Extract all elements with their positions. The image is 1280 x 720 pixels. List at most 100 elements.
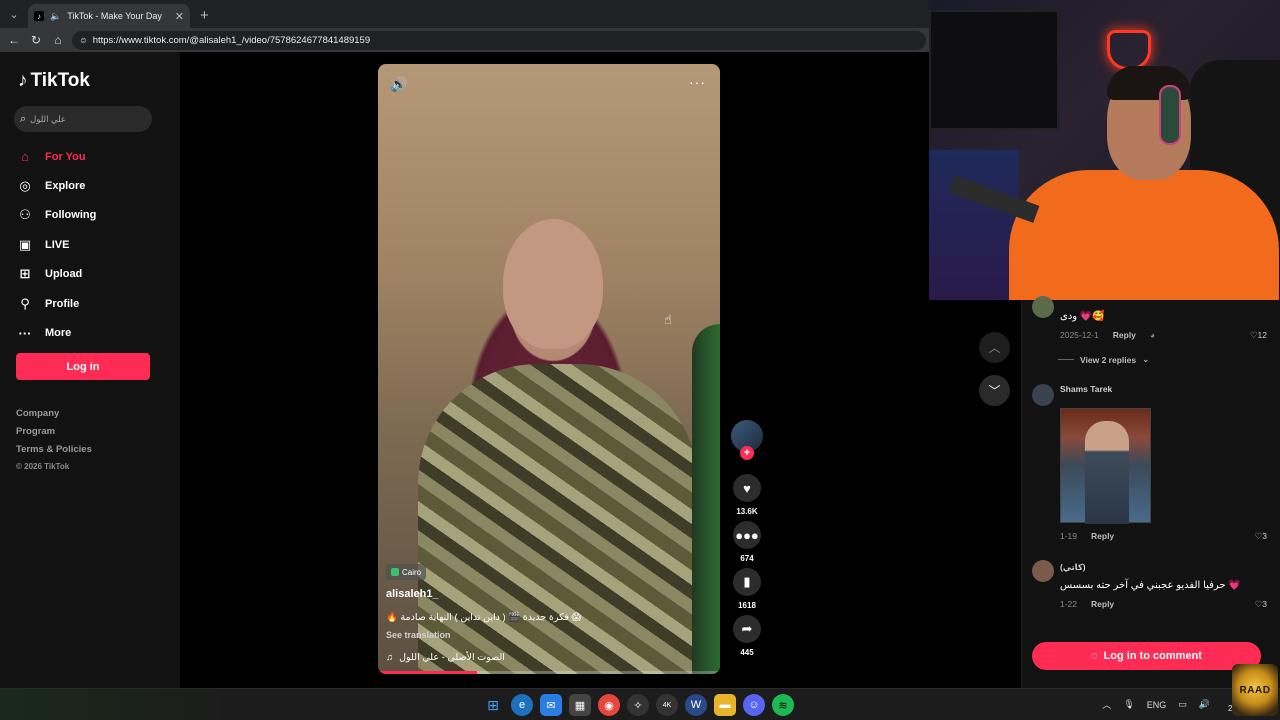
video-username[interactable]: alisaleh1_ bbox=[386, 588, 439, 600]
footer-link-company[interactable]: Company bbox=[16, 408, 92, 426]
raad-logo-badge: RAAD bbox=[1232, 664, 1278, 716]
see-translation-link[interactable]: See translation bbox=[386, 630, 451, 640]
comment-text: حرفيا الفديو عجبني في آخر حته بسسس 💗 bbox=[1060, 580, 1241, 591]
comment-image-person bbox=[1085, 421, 1129, 524]
heart-icon[interactable]: ♥ bbox=[733, 474, 761, 502]
language-indicator[interactable]: ENG bbox=[1147, 700, 1167, 710]
more-options-icon[interactable]: ··· bbox=[689, 74, 706, 90]
nav-label: Following bbox=[45, 209, 97, 222]
share-arrow-icon[interactable]: ➦ bbox=[733, 615, 761, 643]
video-progress-bar[interactable] bbox=[378, 671, 720, 674]
comment-date: 1-22 bbox=[1060, 599, 1078, 609]
share-count: 445 bbox=[740, 648, 754, 657]
location-pin-icon bbox=[391, 568, 399, 576]
tiktok-favicon-icon: ♪ bbox=[34, 11, 44, 21]
video-frame-body bbox=[418, 364, 698, 674]
nav-item-upload[interactable]: ⊞ Upload bbox=[16, 260, 166, 289]
view-replies-button[interactable]: View 2 replies ⌄ bbox=[1058, 354, 1149, 365]
sound-link[interactable]: ♫ الصوت الأصلي - علي اللول bbox=[386, 652, 505, 663]
file-explorer-icon[interactable]: ▬ bbox=[714, 694, 736, 716]
nav-item-profile[interactable]: ⚲ Profile bbox=[16, 289, 166, 318]
speaker-icon[interactable]: 🔈 bbox=[50, 11, 61, 22]
browser-address-bar: ← ↻ ⌂ ⊜ https://www.tiktok.com/@alisaleh… bbox=[0, 28, 930, 52]
comment-like-count: 3 bbox=[1262, 599, 1267, 609]
edge-browser-icon[interactable]: e bbox=[511, 694, 533, 716]
browser-tab-bar: ⌄ ♪ 🔈 TikTok - Make Your Day ✕ + bbox=[0, 0, 930, 28]
display-icon[interactable]: ▭ bbox=[1178, 699, 1187, 710]
comment-author[interactable]: Shams Tarek bbox=[1060, 384, 1112, 394]
spotify-icon[interactable]: ≋ bbox=[772, 694, 794, 716]
reply-button[interactable]: Reply bbox=[1091, 599, 1114, 609]
video-downloader-icon[interactable]: 4K bbox=[656, 694, 678, 716]
app-icon[interactable]: ✧ bbox=[627, 694, 649, 716]
reply-button[interactable]: Reply bbox=[1091, 531, 1114, 541]
microphone-icon[interactable]: 🎙 bbox=[1123, 699, 1134, 710]
comment-image[interactable] bbox=[1060, 408, 1151, 524]
footer-link-terms[interactable]: Terms & Policies bbox=[16, 444, 92, 462]
reply-button[interactable]: Reply bbox=[1113, 330, 1136, 340]
comment-bubble-icon[interactable]: ●●● bbox=[733, 521, 761, 549]
comment-like[interactable]: ♡3 bbox=[1255, 531, 1267, 542]
comment-avatar[interactable] bbox=[1032, 560, 1054, 582]
chevron-up-icon[interactable]: ︿ bbox=[1102, 698, 1111, 711]
store-icon[interactable]: ▦ bbox=[569, 694, 591, 716]
url-field[interactable]: ⊜ https://www.tiktok.com/@alisaleh1_/vid… bbox=[72, 30, 926, 50]
volume-tray-icon[interactable]: 🔊 bbox=[1199, 699, 1210, 710]
taskbar-widgets-area[interactable] bbox=[0, 689, 230, 720]
back-arrow-icon[interactable]: ← bbox=[6, 32, 22, 48]
comment-meta: 1-19 Reply bbox=[1060, 531, 1114, 541]
reload-icon[interactable]: ↻ bbox=[28, 32, 44, 48]
nav-item-following[interactable]: ⚇ Following bbox=[16, 201, 166, 230]
video-frame-face bbox=[503, 219, 603, 349]
comment-date: 2025-12-1 bbox=[1060, 330, 1099, 340]
like-action[interactable]: ♥ 13.6K bbox=[730, 474, 764, 521]
save-action[interactable]: ▮ 1618 bbox=[730, 568, 764, 615]
tab-close-icon[interactable]: ✕ bbox=[175, 10, 184, 23]
heart-outline-icon: ♡ bbox=[1249, 330, 1258, 340]
search-box[interactable]: ⌕ علي اللول bbox=[14, 106, 152, 132]
creator-avatar[interactable]: + bbox=[731, 420, 763, 460]
comment-like[interactable]: ♡3 bbox=[1255, 599, 1267, 610]
comment-avatar[interactable] bbox=[1032, 296, 1054, 318]
next-video-button[interactable]: ﹀ bbox=[979, 375, 1010, 406]
comment-like[interactable]: ♡12 bbox=[1250, 330, 1267, 341]
discord-icon[interactable]: ☺ bbox=[743, 694, 765, 716]
nav-label: For You bbox=[45, 150, 86, 163]
chrome-icon[interactable]: ◉ bbox=[598, 694, 620, 716]
video-player[interactable]: 🔊 ··· Cairo alisaleh1_ 😱 فكرة جديدة 🎬 ( … bbox=[378, 64, 720, 674]
home-icon: ⌂ bbox=[21, 149, 29, 165]
share-action[interactable]: ➦ 445 bbox=[730, 615, 764, 662]
previous-video-button[interactable]: ︿ bbox=[979, 332, 1010, 363]
browser-tab-active[interactable]: ♪ 🔈 TikTok - Make Your Day ✕ bbox=[28, 4, 190, 28]
comment-count: 674 bbox=[740, 554, 754, 563]
nav-item-more[interactable]: ··· More bbox=[16, 318, 166, 347]
bookmark-icon[interactable]: ▮ bbox=[733, 568, 761, 596]
search-icon: ⌕ bbox=[20, 112, 27, 125]
volume-icon[interactable]: 🔊 bbox=[390, 76, 407, 93]
like-count: 13.6K bbox=[736, 507, 758, 516]
comment-avatar[interactable] bbox=[1032, 384, 1054, 406]
nav-item-explore[interactable]: ◎ Explore bbox=[16, 171, 166, 200]
mail-icon[interactable]: ✉ bbox=[540, 694, 562, 716]
nav-item-live[interactable]: ▣ LIVE bbox=[16, 230, 166, 259]
login-button[interactable]: Log in bbox=[16, 353, 150, 380]
new-tab-plus-icon[interactable]: + bbox=[200, 7, 209, 24]
comment-action[interactable]: ●●● 674 bbox=[730, 521, 764, 568]
login-to-comment-button[interactable]: ◌ Log in to comment bbox=[1032, 642, 1261, 670]
windows-taskbar: ⊞ e ✉ ▦ ◉ ✧ 4K W ▬ ☺ ≋ ︿ 🎙 ENG ▭ 🔊 bbox=[0, 688, 1280, 720]
comment-meta: 1-22 Reply bbox=[1060, 599, 1114, 609]
home-browser-icon[interactable]: ⌂ bbox=[50, 32, 66, 48]
footer-link-program[interactable]: Program bbox=[16, 426, 92, 444]
nav-label: Explore bbox=[45, 180, 86, 193]
comment-author[interactable]: (كاتي) bbox=[1060, 562, 1086, 573]
windows-start-icon[interactable]: ⊞ bbox=[482, 694, 504, 716]
nav-item-for-you[interactable]: ⌂ For You bbox=[16, 142, 166, 171]
follow-plus-icon[interactable]: + bbox=[740, 446, 754, 460]
search-input-text[interactable]: علي اللول bbox=[30, 114, 66, 125]
tab-list-chevron-icon[interactable]: ⌄ bbox=[2, 2, 26, 26]
location-badge[interactable]: Cairo bbox=[386, 564, 427, 580]
word-icon[interactable]: W bbox=[685, 694, 707, 716]
site-info-icon[interactable]: ⊜ bbox=[80, 36, 87, 45]
tiktok-logo[interactable]: ♪ TikTok bbox=[18, 70, 90, 92]
nav-label: Upload bbox=[45, 268, 83, 281]
